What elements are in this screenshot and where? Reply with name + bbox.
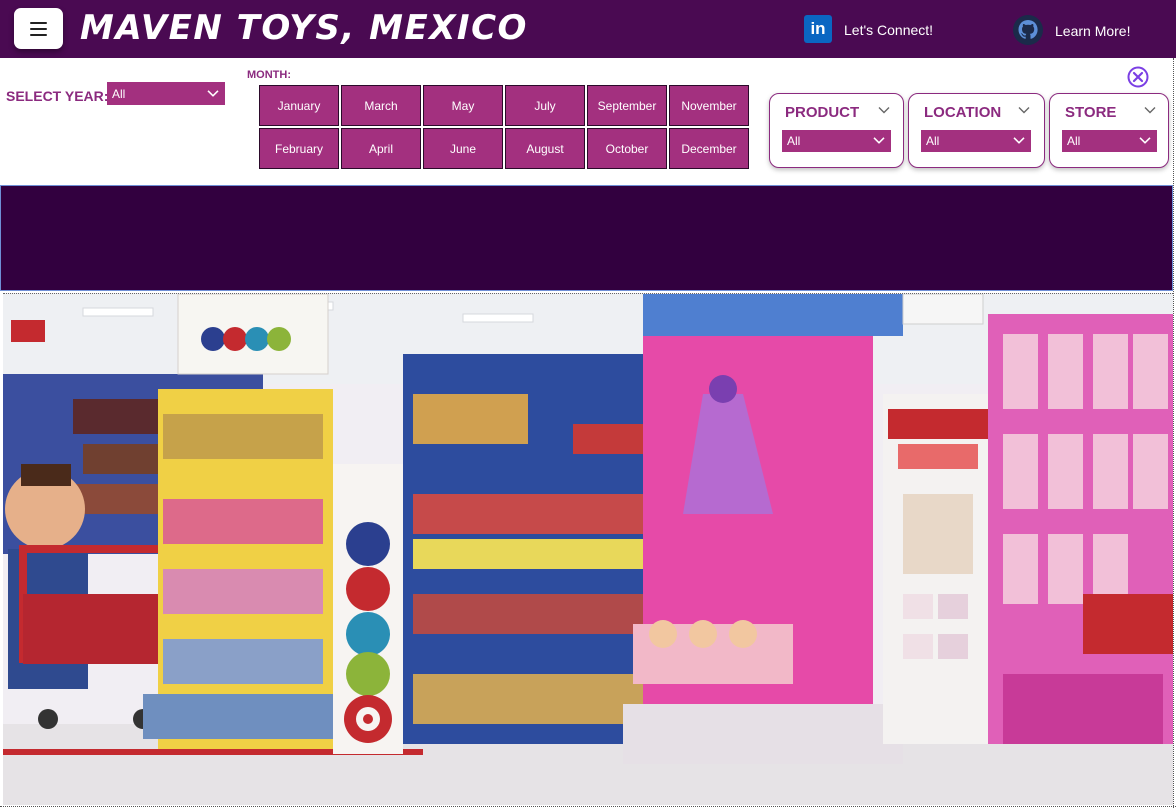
- month-button-february[interactable]: February: [259, 128, 339, 169]
- github-link[interactable]: Learn More!: [1013, 15, 1131, 45]
- month-button-january[interactable]: January: [259, 85, 339, 126]
- month-button-october[interactable]: October: [587, 128, 667, 169]
- month-button-august[interactable]: August: [505, 128, 585, 169]
- month-button-june[interactable]: June: [423, 128, 503, 169]
- top-header: MAVEN TOYS, MEXICO in Let's Connect! Lea…: [0, 0, 1176, 58]
- page-border-right: [1173, 58, 1174, 808]
- product-dropdown-value: All: [787, 134, 801, 148]
- month-button-september[interactable]: September: [587, 85, 667, 126]
- linkedin-icon: in: [804, 15, 832, 43]
- clear-filters-close-icon[interactable]: [1127, 66, 1149, 88]
- chevron-down-icon[interactable]: [1018, 106, 1030, 114]
- store-dropdown[interactable]: All: [1062, 130, 1157, 152]
- month-button-grid: January March May July September Novembe…: [259, 85, 749, 169]
- chevron-down-icon: [1139, 137, 1151, 144]
- linkedin-link[interactable]: in Let's Connect!: [804, 15, 934, 43]
- store-slicer: STORE All: [1049, 93, 1169, 168]
- location-slicer-title: LOCATION: [924, 104, 1002, 121]
- month-button-december[interactable]: December: [669, 128, 749, 169]
- month-button-april[interactable]: April: [341, 128, 421, 169]
- year-dropdown-value: All: [112, 86, 126, 101]
- chevron-down-icon: [207, 89, 219, 97]
- dark-banner: [0, 185, 1173, 291]
- store-slicer-title: STORE: [1065, 104, 1117, 121]
- product-dropdown[interactable]: All: [782, 130, 891, 152]
- select-year-label: SELECT YEAR:: [6, 88, 109, 104]
- location-slicer: LOCATION All: [908, 93, 1045, 168]
- linkedin-link-label: Let's Connect!: [844, 22, 934, 38]
- hamburger-icon: [30, 21, 47, 36]
- github-icon: [1013, 15, 1043, 45]
- product-slicer-title: PRODUCT: [785, 104, 860, 121]
- month-button-november[interactable]: November: [669, 85, 749, 126]
- page-border-bottom: [0, 806, 1176, 807]
- chevron-down-icon: [1013, 137, 1025, 144]
- menu-button[interactable]: [14, 8, 63, 49]
- month-label: MONTH:: [247, 69, 291, 81]
- product-slicer: PRODUCT All: [769, 93, 904, 168]
- chevron-down-icon: [873, 137, 885, 144]
- store-dropdown-value: All: [1067, 134, 1081, 148]
- page-title: MAVEN TOYS, MEXICO: [80, 8, 528, 48]
- location-dropdown[interactable]: All: [921, 130, 1031, 152]
- month-button-may[interactable]: May: [423, 85, 503, 126]
- chevron-down-icon[interactable]: [878, 106, 890, 114]
- chevron-down-icon[interactable]: [1144, 106, 1156, 114]
- location-dropdown-value: All: [926, 134, 940, 148]
- month-button-march[interactable]: March: [341, 85, 421, 126]
- toy-store-photo: [3, 293, 1173, 805]
- github-link-label: Learn More!: [1055, 23, 1131, 39]
- year-dropdown[interactable]: All: [107, 82, 225, 105]
- month-button-july[interactable]: July: [505, 85, 585, 126]
- toy-store-aisle-image: [3, 294, 1173, 805]
